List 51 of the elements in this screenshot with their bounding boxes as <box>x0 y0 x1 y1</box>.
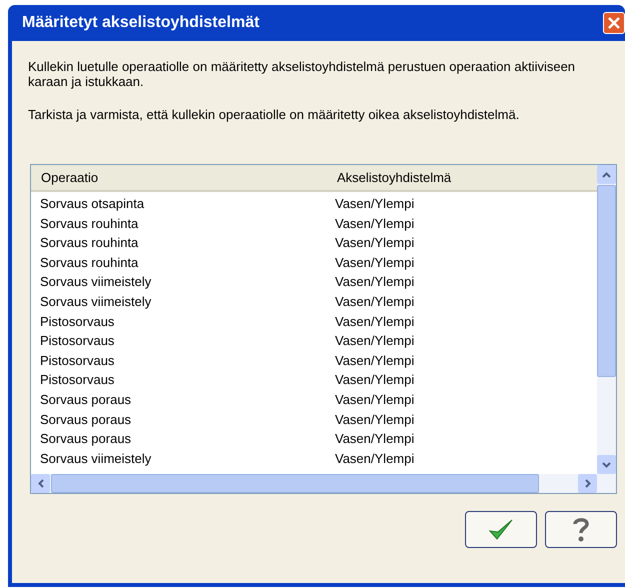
scroll-right-button[interactable] <box>578 474 597 493</box>
table-cell: Vasen/Ylempi <box>335 235 414 250</box>
column-header[interactable]: Akselistoyhdistelmä <box>337 170 452 185</box>
table-cell: Vasen/Ylempi <box>335 333 414 348</box>
table-cell: Pistosorvaus <box>40 352 114 368</box>
column-header[interactable]: Operaatio <box>41 170 98 185</box>
scroll-thumb[interactable] <box>51 474 539 493</box>
table-cell: Pistosorvaus <box>40 333 114 348</box>
table-cell: Vasen/Ylempi <box>335 431 414 446</box>
table-cell: Sorvaus otsapinta <box>40 196 144 212</box>
table-cell: Vasen/Ylempi <box>335 274 414 290</box>
chevron-left-icon <box>38 479 44 488</box>
ok-button[interactable] <box>465 511 537 548</box>
table-cell: Sorvaus viimeistely <box>40 450 152 466</box>
table-cell: Pistosorvaus <box>40 314 114 329</box>
table-cell: Vasen/Ylempi <box>335 412 414 427</box>
window-title: Määritetyt akselistoyhdistelmät <box>22 13 260 33</box>
close-icon <box>607 16 621 30</box>
table-cell: Vasen/Ylempi <box>335 294 414 310</box>
help-icon <box>571 516 591 544</box>
table-cell: Vasen/Ylempi <box>335 196 414 212</box>
table-cell: Vasen/Ylempi <box>335 314 414 329</box>
table-cell: Vasen/Ylempi <box>335 392 414 407</box>
table-cell: Sorvaus viimeistely <box>40 294 152 310</box>
table-cell: Vasen/Ylempi <box>335 450 414 466</box>
checkmark-icon <box>488 516 514 542</box>
table-cell: Sorvaus poraus <box>40 412 132 427</box>
table-cell: Vasen/Ylempi <box>335 216 414 231</box>
table-cell: Sorvaus viimeistely <box>40 274 152 290</box>
vertical-scrollbar[interactable] <box>597 165 616 474</box>
scroll-up-button[interactable] <box>597 165 616 184</box>
description-text: Tarkista ja varmista, että kullekin operaatiolle on määritetty oikea akselistoyhdistelmä. <box>28 107 520 122</box>
chevron-down-icon <box>602 462 611 468</box>
table-cell: Vasen/Ylempi <box>335 352 414 368</box>
table-cell: Sorvaus poraus <box>40 431 132 446</box>
scroll-thumb[interactable] <box>597 185 616 377</box>
table-cell: Sorvaus rouhinta <box>40 254 138 270</box>
table-cell: Sorvaus poraus <box>40 392 132 407</box>
table-cell: Sorvaus rouhinta <box>40 216 138 231</box>
table-cell: Pistosorvaus <box>40 372 114 388</box>
chevron-right-icon <box>584 479 590 488</box>
help-button[interactable] <box>545 511 617 548</box>
table-cell: Sorvaus rouhinta <box>40 235 138 250</box>
table-cell: Vasen/Ylempi <box>335 372 414 388</box>
chevron-up-icon <box>602 172 611 178</box>
scroll-down-button[interactable] <box>597 455 616 474</box>
scroll-left-button[interactable] <box>31 474 50 493</box>
horizontal-scrollbar[interactable] <box>31 474 616 493</box>
table-cell: Vasen/Ylempi <box>335 254 414 270</box>
description-text: Kullekin luetulle operaatiolle on määritetty akselistoyhdistelmä perustuen operaation aktiiviseen karaan ja istukkaan. <box>28 59 576 89</box>
close-button[interactable] <box>603 12 625 34</box>
